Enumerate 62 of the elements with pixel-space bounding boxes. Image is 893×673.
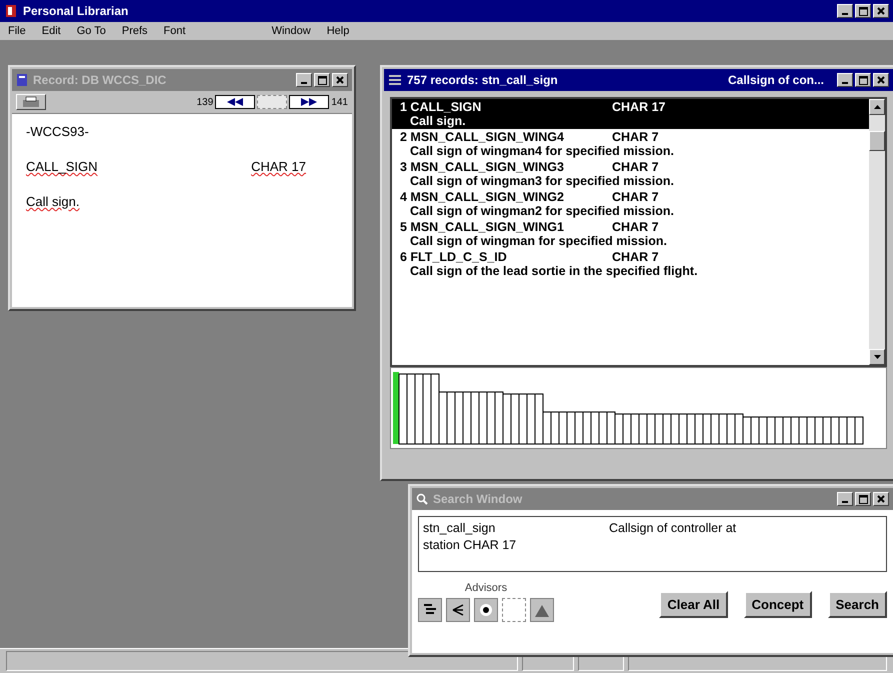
target-icon[interactable] (474, 598, 498, 622)
search-icon (416, 493, 428, 505)
record-row[interactable]: 3 MSN_CALL_SIGN_WING3 CHAR 7 Call sign of wingman3 for specified mission. (392, 159, 869, 189)
action-button[interactable]: Search (828, 591, 887, 618)
outline-icon[interactable] (418, 598, 442, 622)
printer-icon (22, 96, 40, 108)
record-row[interactable]: 1 CALL_SIGN CHAR 17 Call sign. (392, 99, 869, 129)
field-name: CALL_SIGN (26, 159, 98, 174)
mountain-icon[interactable] (530, 598, 554, 622)
menu-item[interactable]: Prefs (116, 25, 154, 37)
close-button[interactable] (873, 73, 889, 87)
record-row[interactable]: 4 MSN_CALL_SIGN_WING2 CHAR 7 Call sign of wingman2 for specified mission. (392, 189, 869, 219)
record-row[interactable]: 5 MSN_CALL_SIGN_WING1 CHAR 7 Call sign of wingman for specified mission. (392, 219, 869, 249)
list-icon (388, 74, 402, 86)
menu-item[interactable]: File (2, 25, 32, 37)
maximize-icon (318, 76, 326, 84)
menu-item[interactable]: Window (266, 25, 317, 37)
rewind-icon (225, 98, 246, 106)
maximize-icon (858, 494, 868, 504)
minimize-button[interactable] (837, 73, 853, 87)
window-title: 757 records: stn_call_sign (407, 73, 559, 87)
menu-item[interactable]: Font (158, 25, 192, 37)
field-description: Call sign. (26, 194, 80, 209)
close-icon (877, 7, 885, 15)
document-icon (16, 73, 28, 87)
advisors-label: Advisors (464, 582, 508, 594)
menu-item[interactable]: Go To (70, 25, 112, 37)
action-button[interactable]: Clear All (659, 591, 728, 618)
database-name: -WCCS93- (26, 124, 90, 139)
fast-forward-icon (299, 98, 320, 106)
action-button[interactable]: Concept (744, 591, 812, 618)
menu-item[interactable]: Edit (36, 25, 67, 37)
record-row[interactable]: 2 MSN_CALL_SIGN_WING4 CHAR 7 Call sign of wingman4 for specified mission. (392, 129, 869, 159)
window-title: Record: DB WCCS_DIC (33, 73, 168, 87)
field-type: CHAR 17 (251, 159, 306, 174)
record-counter: 141 (331, 96, 348, 108)
print-button[interactable] (16, 94, 46, 110)
scrollbar[interactable] (869, 99, 885, 365)
maximize-button[interactable] (855, 73, 871, 87)
window-title: Search Window (433, 492, 524, 506)
next-button[interactable] (289, 95, 330, 109)
close-icon (336, 76, 344, 84)
maximize-icon (858, 6, 868, 16)
close-icon (877, 76, 885, 84)
maximize-button[interactable] (855, 4, 871, 18)
window-title: Personal Librarian (23, 4, 130, 18)
close-button[interactable] (873, 4, 889, 18)
query-field[interactable]: stn_call_sign Callsign of controller at station CHAR 17 (418, 516, 887, 572)
maximize-icon (858, 76, 868, 84)
up-arrow-icon (874, 105, 880, 109)
menu-item[interactable]: Help (320, 25, 356, 37)
down-arrow-icon (874, 355, 880, 359)
record-row[interactable]: 6 FLT_LD_C_S_ID CHAR 7 Call sign of the lead sortie in the specified flight. (392, 249, 869, 279)
minimize-button[interactable] (837, 4, 853, 18)
app-icon (4, 4, 18, 18)
window-subtitle: Callsign of con... (728, 73, 824, 87)
record-counter: 139 (196, 96, 214, 108)
close-icon (877, 495, 885, 503)
scroll-thumb[interactable] (869, 131, 885, 151)
previous-button[interactable] (215, 95, 256, 109)
tree-icon[interactable] (446, 598, 470, 622)
play-button[interactable] (257, 95, 288, 109)
